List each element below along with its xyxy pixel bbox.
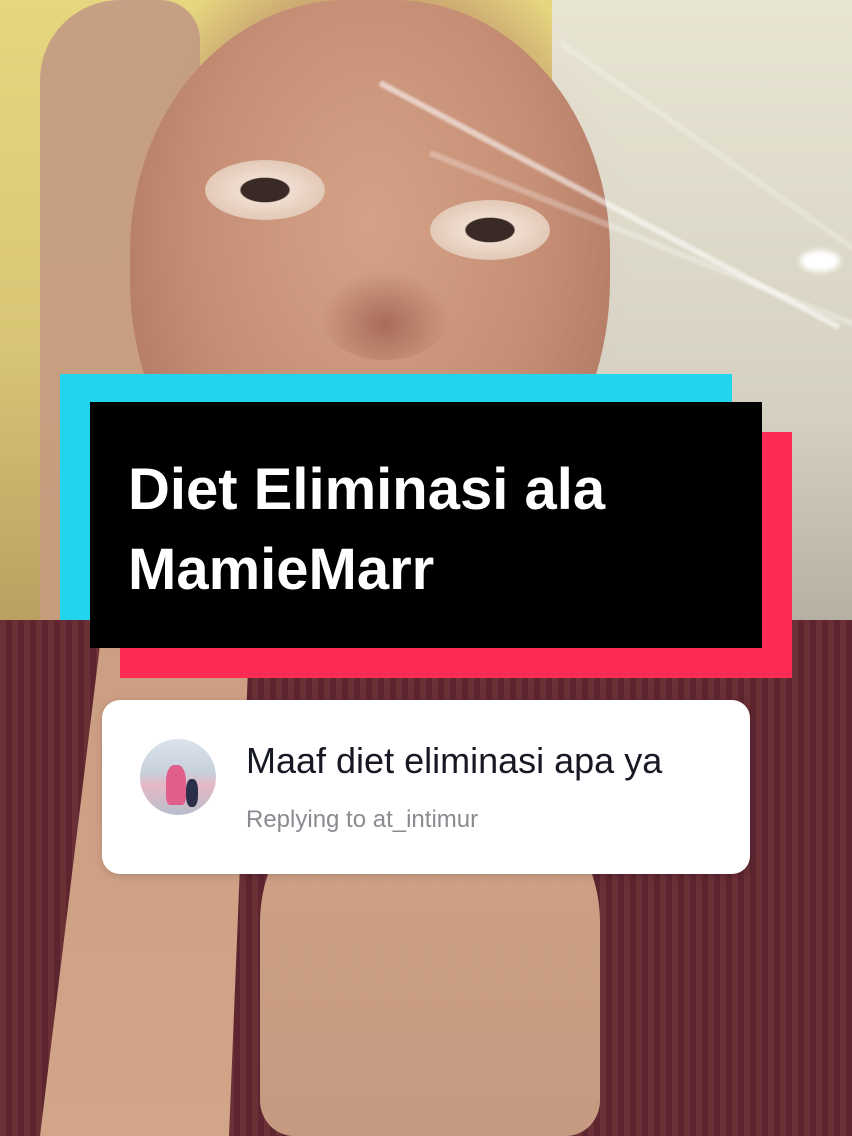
title-card: Diet Eliminasi ala MamieMarr xyxy=(60,374,792,678)
video-frame[interactable]: Diet Eliminasi ala MamieMarr Maaf diet e… xyxy=(0,0,852,1136)
comment-text: Maaf diet eliminasi apa ya xyxy=(246,740,663,781)
right-eye xyxy=(430,200,550,260)
avatar-figure xyxy=(166,765,186,805)
avatar-figure xyxy=(186,779,198,807)
reply-comment-sticker[interactable]: Maaf diet eliminasi apa ya Replying to a… xyxy=(102,700,750,874)
user-avatar[interactable] xyxy=(140,739,216,815)
left-eye xyxy=(205,160,325,220)
replying-to-label: Replying to at_intimur xyxy=(246,806,479,833)
title-card-panel: Diet Eliminasi ala MamieMarr xyxy=(90,402,762,648)
ceiling-light xyxy=(800,250,840,272)
video-title: Diet Eliminasi ala MamieMarr xyxy=(128,457,606,602)
nose xyxy=(320,270,450,360)
